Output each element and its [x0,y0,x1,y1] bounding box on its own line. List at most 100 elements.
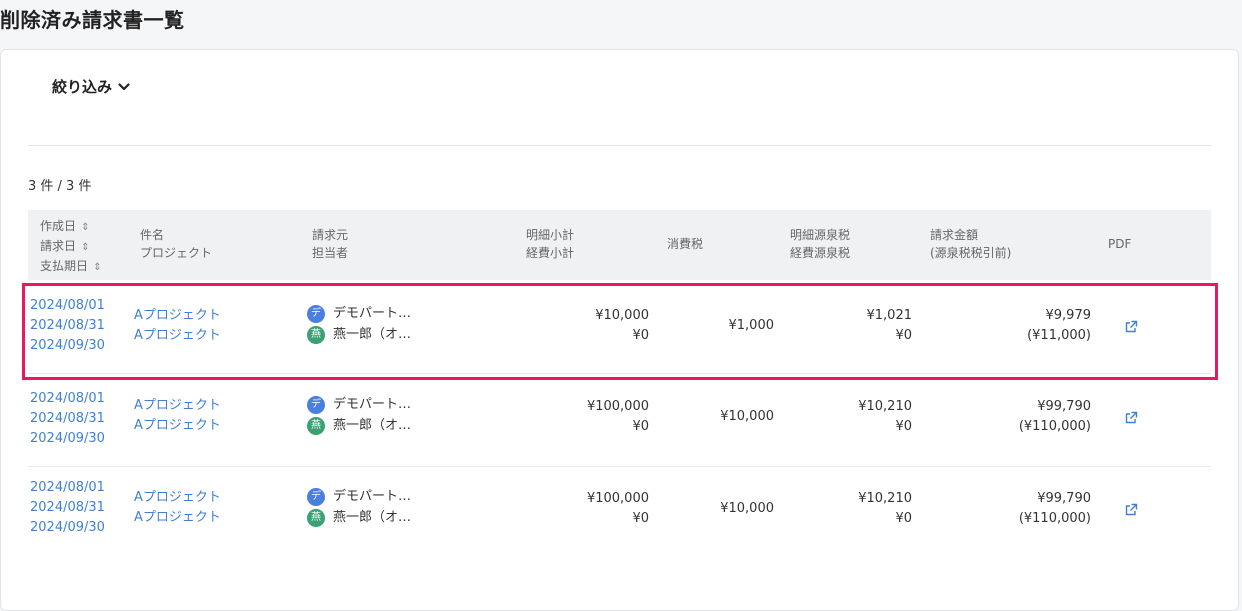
partner[interactable]: デ デモパート… [307,486,411,507]
person[interactable]: 燕 燕一郎（オ… [307,415,411,436]
tax-value: ¥10,000 [720,501,774,516]
table-row[interactable]: 2024/08/01 2024/08/31 2024/09/30 Aプロジェクト… [28,374,1211,467]
amount: ¥99,790 [1037,399,1091,414]
result-count: 3 件 / 3 件 [28,179,92,194]
created-date: 2024/08/01 [30,480,105,495]
expense-withholding: ¥0 [895,328,912,343]
header-subject: 件名 プロジェクト [140,226,212,262]
item-withholding: ¥1,021 [866,308,913,323]
header-billed-label: 請求日 [40,239,77,253]
due-date: 2024/09/30 [30,520,105,535]
header-billing: 請求元 担当者 [312,226,348,262]
row-dates[interactable]: 2024/08/01 2024/08/31 2024/09/30 [30,478,105,538]
person[interactable]: 燕 燕一郎（オ… [307,324,411,345]
person-name: 燕一郎（オ… [333,326,412,342]
person-name: 燕一郎（オ… [333,509,412,525]
row-subject[interactable]: Aプロジェクト Aプロジェクト [134,488,221,528]
amount-before-withholding: (¥110,000) [1018,419,1091,434]
item-subtotal: ¥100,000 [586,491,649,506]
partner-avatar: デ [307,304,325,323]
row-subject[interactable]: Aプロジェクト Aプロジェクト [134,306,221,346]
partner[interactable]: デ デモパート… [307,303,411,324]
table-header: 作成日 ⇕ 請求日 ⇕ 支払期日 ⇕ 件名 プロジェクト 請求元 担当者 明細小… [28,210,1211,280]
expense-withholding: ¥0 [895,511,912,526]
row-billing: デ デモパート… 燕 燕一郎（オ… [307,303,411,345]
partner-avatar: デ [307,487,325,506]
header-pdf: PDF [1108,237,1132,251]
amount-before-withholding: (¥11,000) [1027,328,1091,343]
row-amount: ¥9,979 (¥11,000) [1027,306,1091,346]
row-billing: デ デモパート… 燕 燕一郎（オ… [307,486,411,528]
header-subject-label: 件名 [140,228,165,242]
item-withholding: ¥10,210 [858,491,912,506]
partner-avatar: デ [307,395,325,414]
header-created-label: 作成日 [40,219,77,233]
tax-value: ¥1,000 [728,318,775,333]
header-due-sort[interactable]: 支払期日 ⇕ [40,257,102,277]
row-billing: デ デモパート… 燕 燕一郎（オ… [307,394,411,436]
amount: ¥9,979 [1045,308,1092,323]
page-title: 削除済み請求書一覧 [0,8,185,32]
header-person-label: 担当者 [312,246,349,260]
filter-label: 絞り込み [52,78,113,96]
person-name: 燕一郎（オ… [333,417,412,433]
row-amount: ¥99,790 (¥110,000) [1019,397,1091,437]
header-expense-withholding-label: 経費源泉税 [790,246,851,260]
amount: ¥99,790 [1037,491,1091,506]
project-link[interactable]: Aプロジェクト [134,326,221,346]
header-created-sort[interactable]: 作成日 ⇕ [40,217,102,237]
billed-date: 2024/08/31 [30,500,105,515]
tax-value: ¥10,000 [720,409,774,424]
table-row[interactable]: 2024/08/01 2024/08/31 2024/09/30 Aプロジェクト… [28,466,1211,558]
header-withholding: 明細源泉税 経費源泉税 [790,226,850,262]
project-link[interactable]: Aプロジェクト [134,508,221,528]
created-date: 2024/08/01 [30,391,105,406]
sort-icon: ⇕ [90,262,102,273]
header-billing-label: 請求元 [312,228,349,242]
subject-link[interactable]: Aプロジェクト [134,488,221,508]
amount-before-withholding: (¥110,000) [1018,511,1091,526]
person[interactable]: 燕 燕一郎（オ… [307,507,411,528]
row-subtotal: ¥100,000 ¥0 [587,489,649,529]
filter-toggle-button[interactable]: 絞り込み [52,76,130,97]
external-link-icon[interactable] [1124,410,1138,429]
person-avatar: 燕 [307,416,325,435]
header-billed-sort[interactable]: 請求日 ⇕ [40,237,102,257]
sort-icon: ⇕ [78,222,90,233]
item-subtotal: ¥100,000 [586,399,649,414]
header-expense-subtotal-label: 経費小計 [526,246,575,260]
external-link-icon[interactable] [1124,319,1138,338]
expense-withholding: ¥0 [895,419,912,434]
header-amount-label: 請求金額 [930,228,979,242]
header-tax: 消費税 [667,237,704,251]
billed-date: 2024/08/31 [30,318,105,333]
header-amount-before-label: (源泉税税引前) [930,246,1012,260]
header-dates: 作成日 ⇕ 請求日 ⇕ 支払期日 ⇕ [40,217,102,277]
row-withholding: ¥10,210 ¥0 [858,489,912,529]
external-link-icon[interactable] [1124,502,1138,521]
subject-link[interactable]: Aプロジェクト [134,396,221,416]
row-dates[interactable]: 2024/08/01 2024/08/31 2024/09/30 [30,389,105,449]
sort-icon: ⇕ [78,242,90,253]
created-date: 2024/08/01 [30,298,105,313]
expense-subtotal: ¥0 [632,419,649,434]
due-date: 2024/09/30 [30,431,105,446]
filter-divider [28,145,1211,146]
table-row[interactable]: 2024/08/01 2024/08/31 2024/09/30 Aプロジェクト… [28,281,1211,374]
row-subject[interactable]: Aプロジェクト Aプロジェクト [134,396,221,436]
row-subtotal: ¥10,000 ¥0 [595,306,649,346]
due-date: 2024/09/30 [30,338,105,353]
chevron-down-icon [118,82,130,92]
subject-link[interactable]: Aプロジェクト [134,306,221,326]
row-dates[interactable]: 2024/08/01 2024/08/31 2024/09/30 [30,296,105,356]
header-item-subtotal-label: 明細小計 [526,228,575,242]
partner-name: デモパート… [333,488,412,504]
row-amount: ¥99,790 (¥110,000) [1019,489,1091,529]
item-subtotal: ¥10,000 [595,308,649,323]
header-due-label: 支払期日 [40,259,89,273]
project-link[interactable]: Aプロジェクト [134,416,221,436]
partner[interactable]: デ デモパート… [307,394,411,415]
header-amount: 請求金額 (源泉税税引前) [930,226,1011,262]
row-subtotal: ¥100,000 ¥0 [587,397,649,437]
header-subtotal: 明細小計 経費小計 [526,226,574,262]
